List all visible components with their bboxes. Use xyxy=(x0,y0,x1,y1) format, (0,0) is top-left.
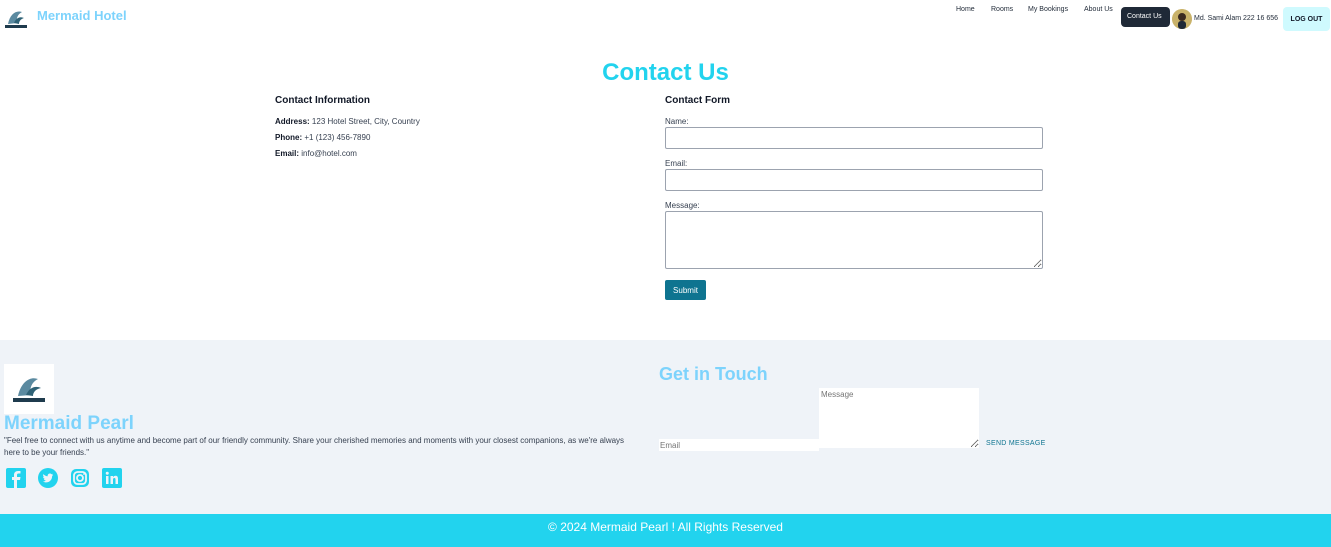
nav-rooms[interactable]: Rooms xyxy=(985,0,1019,20)
name-input[interactable] xyxy=(665,127,1043,149)
footer-message-textarea[interactable] xyxy=(819,388,979,448)
address-line: Address: 123 Hotel Street, City, Country xyxy=(275,117,420,126)
nav-my-bookings[interactable]: My Bookings xyxy=(1022,0,1074,20)
email-line: Email: info@hotel.com xyxy=(275,149,357,158)
footer: Mermaid Pearl "Feel free to connect with… xyxy=(0,340,1331,514)
address-value: 123 Hotel Street, City, Country xyxy=(311,117,420,126)
nav-contact-us[interactable]: Contact Us xyxy=(1121,7,1170,27)
brand-name[interactable]: Mermaid Hotel xyxy=(37,8,127,23)
page-title: Contact Us xyxy=(602,59,729,86)
mermaid-logo-icon xyxy=(13,378,45,402)
instagram-icon[interactable] xyxy=(70,468,90,488)
footer-brand: Mermaid Pearl xyxy=(4,413,134,434)
submit-button[interactable]: Submit xyxy=(665,280,706,300)
twitter-icon[interactable] xyxy=(38,468,58,488)
copyright-bar: © 2024 Mermaid Pearl ! All Rights Reserv… xyxy=(0,514,1331,547)
copyright-text: © 2024 Mermaid Pearl ! All Rights Reserv… xyxy=(548,520,783,534)
message-label: Message: xyxy=(665,201,700,210)
user-avatar-icon xyxy=(1172,9,1192,29)
footer-quote: "Feel free to connect with us anytime an… xyxy=(4,436,625,457)
get-in-touch-heading: Get in Touch xyxy=(659,364,768,384)
phone-label: Phone: xyxy=(275,133,303,142)
email-value: info@hotel.com xyxy=(301,149,357,158)
contact-info-heading: Contact Information xyxy=(275,95,370,106)
address-label: Address: xyxy=(275,117,310,126)
name-label: Name: xyxy=(665,117,689,126)
contact-form-heading: Contact Form xyxy=(665,95,730,106)
email-input[interactable] xyxy=(665,169,1043,191)
send-message-button[interactable]: SEND MESSAGE xyxy=(986,440,1046,447)
avatar[interactable] xyxy=(1172,9,1192,29)
email-label: Email: xyxy=(275,149,300,158)
logout-button[interactable]: LOG OUT xyxy=(1283,7,1330,31)
phone-line: Phone: +1 (123) 456-7890 xyxy=(275,133,370,142)
navbar: Mermaid Hotel Home Rooms My Bookings Abo… xyxy=(0,0,1331,38)
nav-about-us[interactable]: About Us xyxy=(1078,0,1119,20)
linkedin-icon[interactable] xyxy=(102,468,122,488)
email-field-label: Email: xyxy=(665,159,688,168)
brand-link[interactable] xyxy=(2,4,30,32)
facebook-icon[interactable] xyxy=(6,468,26,488)
phone-value: +1 (123) 456-7890 xyxy=(304,133,371,142)
message-textarea[interactable] xyxy=(665,211,1043,269)
footer-logo xyxy=(4,364,54,414)
nav-home[interactable]: Home xyxy=(950,0,981,20)
user-name: Md. Sami Alam 222 16 656 xyxy=(1194,15,1279,22)
footer-email-input[interactable] xyxy=(659,439,819,451)
hotel-logo-icon xyxy=(2,4,30,32)
